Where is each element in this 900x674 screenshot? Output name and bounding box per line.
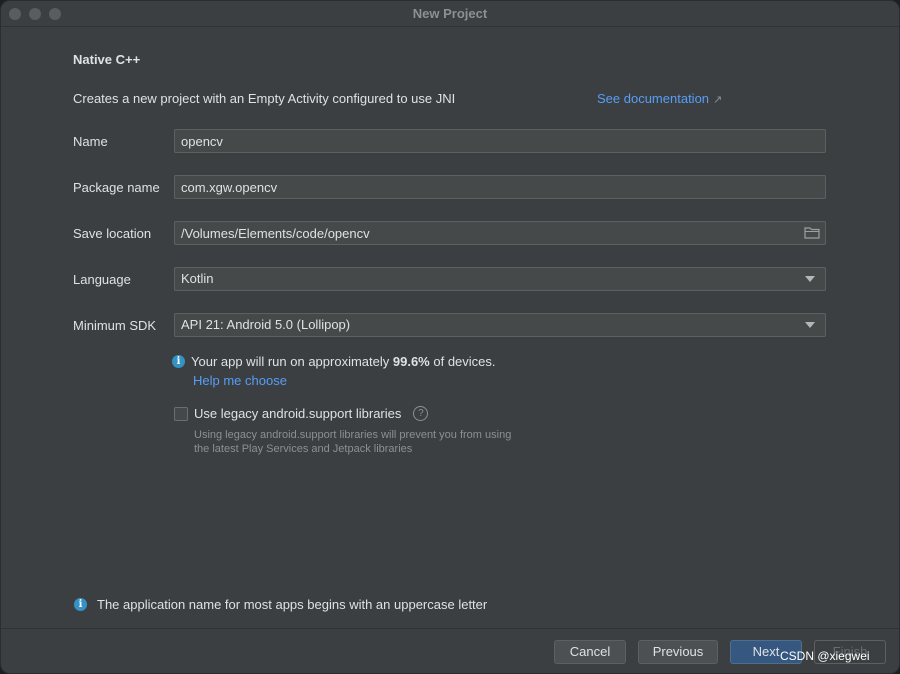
chevron-down-icon [805,276,815,282]
see-documentation-link[interactable]: See documentation ↗ [597,91,722,106]
minimize-window-button[interactable] [29,8,41,20]
legacy-libraries-row: Use legacy android.support libraries ? [174,406,429,421]
language-value: Kotlin [181,271,214,286]
legacy-libraries-checkbox[interactable] [174,406,188,421]
dialog-footer: Cancel Previous Next Finish [1,628,899,673]
save-location-field[interactable] [174,221,826,245]
previous-button[interactable]: Previous [638,640,718,664]
legacy-note-line-1: Using legacy android.support libraries w… [194,429,512,441]
minimum-sdk-label: Minimum SDK [73,318,157,333]
save-location-label: Save location [73,226,152,241]
template-title: Native C++ [73,52,141,67]
sdk-coverage-percent: 99.6% [392,354,430,369]
new-project-window: New Project Native C++ Creates a new pro… [0,0,900,674]
validation-info-text: The application name for most apps begin… [97,597,488,612]
title-bar: New Project [1,1,899,27]
sdk-coverage-prefix: Your app will run on approximately [191,354,390,369]
package-name-label: Package name [73,180,160,195]
legacy-libraries-note: Using legacy android.support libraries w… [194,428,554,456]
language-dropdown[interactable]: Kotlin [174,267,826,291]
folder-icon[interactable] [804,227,820,239]
sdk-coverage-text: Your app will run on approximately 99.6%… [191,354,496,369]
dialog-content: Native C++ Creates a new project with an… [1,28,899,628]
info-icon: i [74,598,87,611]
external-link-icon: ↗ [713,94,723,106]
name-label: Name [73,134,108,149]
sdk-coverage-suffix: of devices. [433,354,496,369]
chevron-down-icon [805,322,815,328]
template-description: Creates a new project with an Empty Acti… [73,91,456,106]
help-icon[interactable]: ? [413,406,429,421]
info-icon: i [172,355,185,368]
legacy-note-line-2: the latest Play Services and Jetpack lib… [194,443,413,455]
watermark: CSDN @xiegwei [780,649,870,663]
close-window-button[interactable] [9,8,21,20]
legacy-libraries-label[interactable]: Use legacy android.support libraries [194,406,401,421]
name-field[interactable] [174,129,826,153]
minimum-sdk-value: API 21: Android 5.0 (Lollipop) [181,317,351,332]
window-title: New Project [412,6,488,21]
validation-info: i The application name for most apps beg… [74,597,487,612]
package-name-field[interactable] [174,175,826,199]
help-me-choose-link[interactable]: Help me choose [193,373,287,388]
window-controls [9,8,61,20]
sdk-coverage-info: i Your app will run on approximately 99.… [172,354,496,369]
language-label: Language [73,272,131,287]
see-documentation-label: See documentation [597,91,710,106]
minimum-sdk-dropdown[interactable]: API 21: Android 5.0 (Lollipop) [174,313,826,337]
zoom-window-button[interactable] [49,8,61,20]
cancel-button[interactable]: Cancel [554,640,626,664]
